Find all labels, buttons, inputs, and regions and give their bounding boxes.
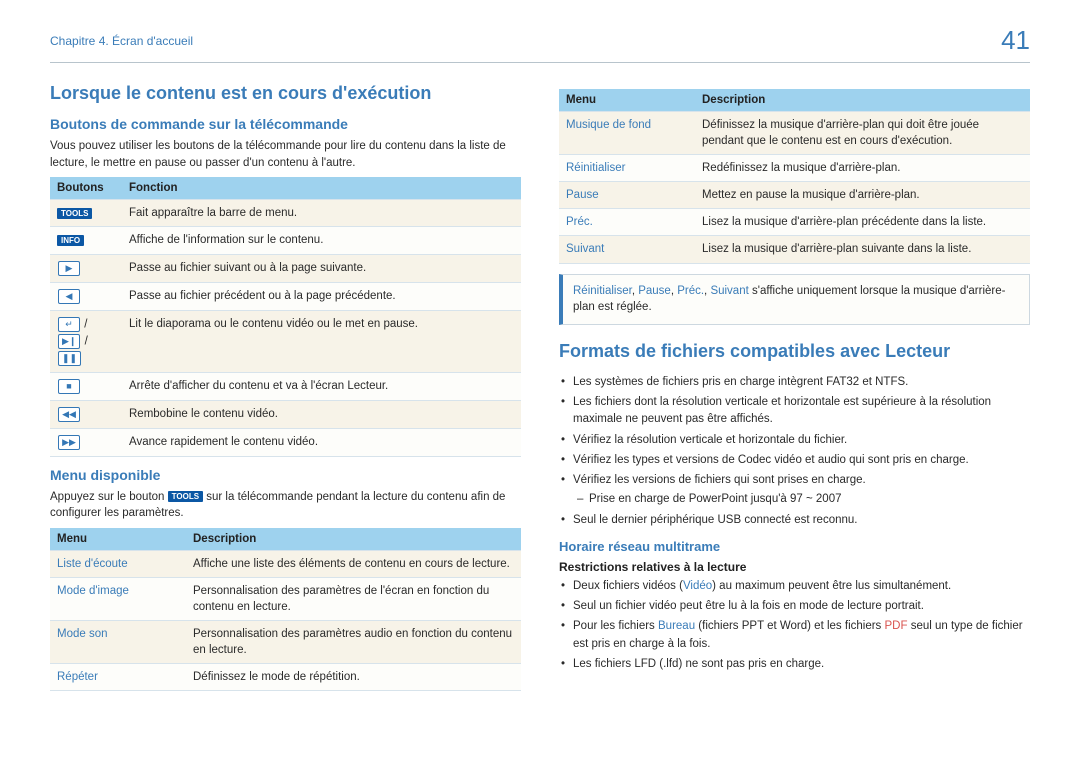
table-row: ▶▶ Avance rapidement le contenu vidéo.: [50, 428, 521, 456]
dash-subitem: Prise en charge de PowerPoint jusqu'à 97…: [573, 491, 1030, 508]
page-header: Chapitre 4. Écran d'accueil 41: [50, 25, 1030, 56]
menu-col-head-0: Menu: [50, 528, 186, 551]
table-row: ↵ / ▶❙ / ❚❚ Lit le diaporama ou le conte…: [50, 310, 521, 372]
list-item: Vérifiez la résolution verticale et hori…: [559, 432, 1030, 449]
content-columns: Lorsque le contenu est en cours d'exécut…: [50, 83, 1030, 701]
menu-item-name: Liste d'écoute: [57, 558, 128, 570]
fn-text: Rembobine le contenu vidéo.: [122, 400, 521, 428]
enter-icon: ↵: [58, 317, 80, 332]
buttons-col-head-0: Boutons: [50, 177, 122, 200]
menu-intro-pre: Appuyez sur le bouton: [50, 491, 168, 503]
menu-table-left: Menu Description Liste d'écoute Affiche u…: [50, 528, 521, 692]
playpause-icon-group: ↵ / ▶❙ / ❚❚: [57, 316, 115, 367]
fn-text: Affiche de l'information sur le contenu.: [122, 227, 521, 254]
tools-badge-icon: TOOLS: [57, 208, 92, 220]
subheading-restrictions: Restrictions relatives à la lecture: [559, 560, 1030, 574]
menu-col-head-0: Menu: [559, 89, 695, 112]
menu-item-desc: Mettez en pause la musique d'arrière-pla…: [695, 182, 1030, 209]
table-row: ◀ Passe au fichier précédent ou à la pag…: [50, 282, 521, 310]
buttons-col-head-1: Fonction: [122, 177, 521, 200]
list-item: Pour les fichiers Bureau (fichiers PPT e…: [559, 618, 1030, 653]
table-row: Pause Mettez en pause la musique d'arrièr…: [559, 182, 1030, 209]
menu-item-desc: Lisez la musique d'arrière-plan suivante…: [695, 236, 1030, 263]
table-row: Réinitialiser Redéfinissez la musique d'a…: [559, 155, 1030, 182]
subsection-network-schedule: Horaire réseau multitrame: [559, 539, 1030, 554]
chapter-label: Chapitre 4. Écran d'accueil: [50, 34, 193, 48]
page-number: 41: [1001, 25, 1030, 56]
play-icon: ▶❙: [58, 334, 80, 349]
menu-item-desc: Définissez la musique d'arrière-plan qui…: [695, 112, 1030, 155]
menu-col-head-1: Description: [186, 528, 521, 551]
header-rule: [50, 62, 1030, 63]
fn-text: Passe au fichier suivant ou à la page su…: [122, 254, 521, 282]
table-row: TOOLS Fait apparaître la barre de menu.: [50, 200, 521, 227]
list-item: Vérifiez les types et versions de Codec …: [559, 452, 1030, 469]
remote-buttons-intro: Vous pouvez utiliser les boutons de la t…: [50, 138, 521, 171]
table-row: ■ Arrête d'afficher du contenu et va à l…: [50, 372, 521, 400]
list-item: Deux fichiers vidéos (Vidéo) au maximum …: [559, 578, 1030, 595]
left-column: Lorsque le contenu est en cours d'exécut…: [50, 83, 521, 701]
table-row: INFO Affiche de l'information sur le con…: [50, 227, 521, 254]
table-row: Répéter Définissez le mode de répétition.: [50, 664, 521, 691]
fastforward-icon: ▶▶: [58, 435, 80, 450]
fn-text: Fait apparaître la barre de menu.: [122, 200, 521, 227]
menu-item-desc: Affiche une liste des éléments de conten…: [186, 550, 521, 577]
table-row: Préc. Lisez la musique d'arrière-plan pré…: [559, 209, 1030, 236]
formats-list: Les systèmes de fichiers pris en charge …: [559, 374, 1030, 529]
tools-badge-icon: TOOLS: [168, 491, 203, 503]
menu-item-name: Mode son: [57, 628, 108, 640]
menu-item-name: Réinitialiser: [566, 162, 625, 174]
buttons-table: Boutons Fonction TOOLS Fait apparaître l…: [50, 177, 521, 456]
section-title-formats: Formats de fichiers compatibles avec Lec…: [559, 341, 1030, 362]
table-row: Mode d'image Personnalisation des paramèt…: [50, 577, 521, 620]
info-badge-icon: INFO: [57, 235, 84, 247]
menu-item-name: Répéter: [57, 671, 98, 683]
table-row: Liste d'écoute Affiche une liste des élém…: [50, 550, 521, 577]
fn-text: Lit le diaporama ou le contenu vidéo ou …: [122, 310, 521, 372]
fn-text: Passe au fichier précédent ou à la page …: [122, 282, 521, 310]
table-row: Musique de fond Définissez la musique d'a…: [559, 112, 1030, 155]
list-item: Vérifiez les versions de fichiers qui so…: [559, 472, 1030, 509]
rewind-icon: ◀◀: [58, 407, 80, 422]
menu-item-name: Musique de fond: [566, 119, 651, 131]
fn-text: Arrête d'afficher du contenu et va à l'é…: [122, 372, 521, 400]
table-row: ▶ Passe au fichier suivant ou à la page …: [50, 254, 521, 282]
restrictions-list: Deux fichiers vidéos (Vidéo) au maximum …: [559, 578, 1030, 673]
menu-item-name: Préc.: [566, 216, 593, 228]
menu-item-name: Suivant: [566, 243, 604, 255]
fn-text: Avance rapidement le contenu vidéo.: [122, 428, 521, 456]
document-page: Chapitre 4. Écran d'accueil 41 Lorsque l…: [0, 0, 1080, 731]
next-icon: ▶: [58, 261, 80, 276]
menu-item-desc: Personnalisation des paramètres de l'écr…: [186, 577, 521, 620]
menu-item-desc: Personnalisation des paramètres audio en…: [186, 621, 521, 664]
note-item: Préc.: [677, 285, 704, 297]
list-item: Seul le dernier périphérique USB connect…: [559, 512, 1030, 529]
table-row: ◀◀ Rembobine le contenu vidéo.: [50, 400, 521, 428]
menu-col-head-1: Description: [695, 89, 1030, 112]
list-item: Les fichiers dont la résolution vertical…: [559, 394, 1030, 429]
table-row: Suivant Lisez la musique d'arrière-plan s…: [559, 236, 1030, 263]
section-title-running: Lorsque le contenu est en cours d'exécut…: [50, 83, 521, 104]
menu-item-desc: Lisez la musique d'arrière-plan précéden…: [695, 209, 1030, 236]
list-item: Seul un fichier vidéo peut être lu à la …: [559, 598, 1030, 615]
list-item: Les fichiers LFD (.lfd) ne sont pas pris…: [559, 656, 1030, 673]
stop-icon: ■: [58, 379, 80, 394]
info-note: Réinitialiser, Pause, Préc., Suivant s'a…: [559, 274, 1030, 325]
pause-icon: ❚❚: [58, 351, 81, 366]
subsection-available-menu: Menu disponible: [50, 467, 521, 483]
menu-item-name: Pause: [566, 189, 599, 201]
menu-item-name: Mode d'image: [57, 585, 129, 597]
note-item: Réinitialiser: [573, 285, 632, 297]
list-item: Les systèmes de fichiers pris en charge …: [559, 374, 1030, 391]
right-column: Menu Description Musique de fond Définiss…: [559, 83, 1030, 701]
subsection-remote-buttons: Boutons de commande sur la télécommande: [50, 116, 521, 132]
menu-intro: Appuyez sur le bouton TOOLS sur la téléc…: [50, 489, 521, 522]
note-item: Suivant: [710, 285, 748, 297]
menu-table-right: Menu Description Musique de fond Définiss…: [559, 89, 1030, 264]
prev-icon: ◀: [58, 289, 80, 304]
table-row: Mode son Personnalisation des paramètres …: [50, 621, 521, 664]
note-item: Pause: [638, 285, 671, 297]
menu-item-desc: Redéfinissez la musique d'arrière-plan.: [695, 155, 1030, 182]
menu-item-desc: Définissez le mode de répétition.: [186, 664, 521, 691]
